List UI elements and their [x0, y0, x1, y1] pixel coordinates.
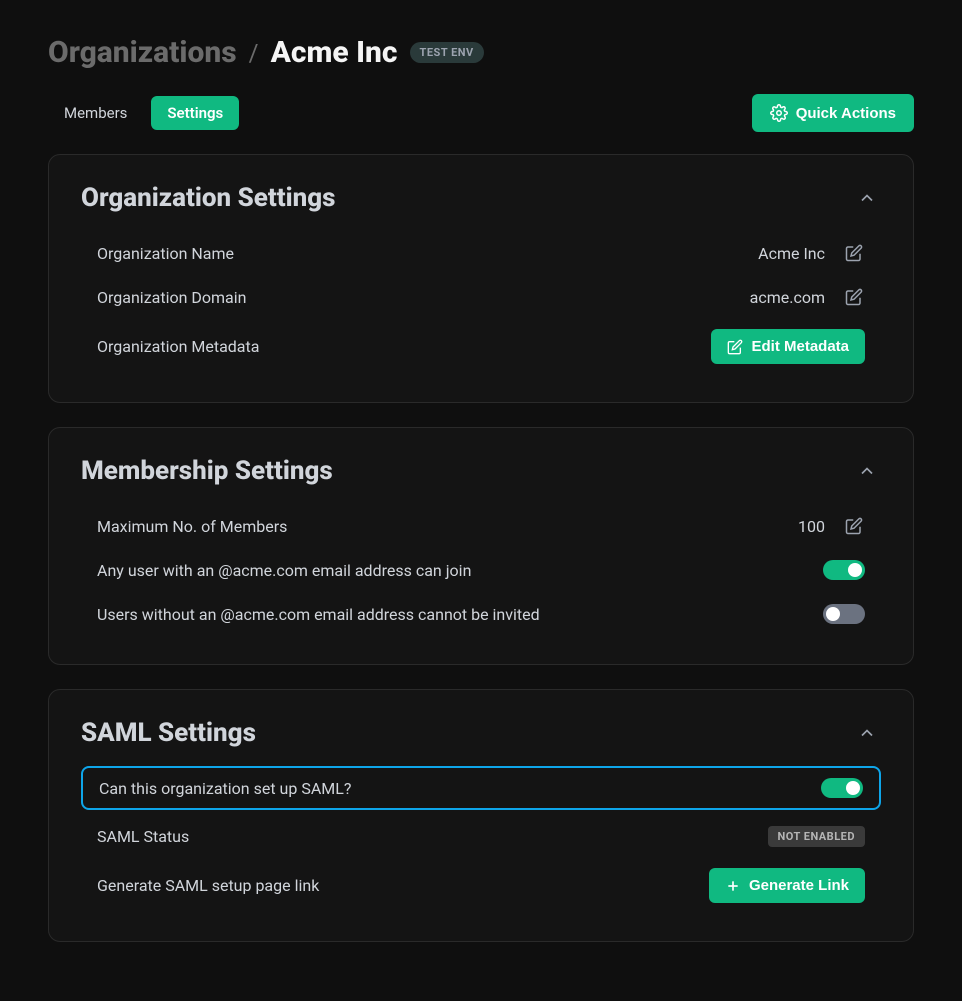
tab-settings[interactable]: Settings [151, 96, 239, 130]
edit-icon [845, 244, 863, 262]
any-user-join-toggle[interactable] [823, 560, 865, 580]
edit-metadata-label: Edit Metadata [751, 338, 849, 355]
max-members-label: Maximum No. of Members [97, 517, 287, 536]
org-name-label: Organization Name [97, 244, 234, 263]
breadcrumb: Organizations / Acme Inc TEST ENV [48, 35, 914, 70]
can-setup-saml-label: Can this organization set up SAML? [99, 779, 351, 798]
edit-org-domain-button[interactable] [843, 286, 865, 308]
edit-icon [845, 288, 863, 306]
org-domain-label: Organization Domain [97, 288, 246, 307]
can-setup-saml-toggle[interactable] [821, 778, 863, 798]
collapse-membership-settings-button[interactable] [853, 457, 881, 485]
plus-icon [725, 878, 741, 894]
org-name-value: Acme Inc [758, 244, 825, 263]
saml-status-row: SAML Status NOT ENABLED [81, 814, 881, 858]
org-name-row: Organization Name Acme Inc [81, 231, 881, 275]
max-members-row: Maximum No. of Members 100 [81, 504, 881, 548]
gear-icon [770, 104, 788, 122]
generate-saml-link-label: Generate SAML setup page link [97, 876, 319, 895]
generate-saml-link-row: Generate SAML setup page link Generate L… [81, 858, 881, 913]
organization-settings-title: Organization Settings [81, 183, 336, 213]
breadcrumb-current: Acme Inc [271, 35, 398, 70]
tabs: Members Settings [48, 96, 239, 130]
edit-metadata-button[interactable]: Edit Metadata [711, 329, 865, 364]
any-user-join-label: Any user with an @acme.com email address… [97, 561, 471, 580]
max-members-value: 100 [798, 517, 825, 536]
breadcrumb-separator: / [249, 39, 259, 67]
users-without-row: Users without an @acme.com email address… [81, 592, 881, 636]
org-domain-row: Organization Domain acme.com [81, 275, 881, 319]
chevron-up-icon [857, 188, 877, 208]
generate-link-button[interactable]: Generate Link [709, 868, 865, 903]
users-without-label: Users without an @acme.com email address… [97, 605, 540, 624]
generate-link-label: Generate Link [749, 877, 849, 894]
org-metadata-label: Organization Metadata [97, 337, 259, 356]
users-without-toggle[interactable] [823, 604, 865, 624]
quick-actions-label: Quick Actions [796, 105, 896, 122]
edit-org-name-button[interactable] [843, 242, 865, 264]
env-badge: TEST ENV [410, 42, 484, 63]
toggle-knob [826, 607, 840, 621]
edit-icon [845, 517, 863, 535]
can-setup-saml-row: Can this organization set up SAML? [81, 766, 881, 810]
chevron-up-icon [857, 723, 877, 743]
saml-settings-panel: SAML Settings Can this organization set … [48, 689, 914, 942]
collapse-saml-settings-button[interactable] [853, 719, 881, 747]
org-domain-value: acme.com [750, 288, 825, 307]
membership-settings-panel: Membership Settings Maximum No. of Membe… [48, 427, 914, 665]
org-metadata-row: Organization Metadata Edit Metadata [81, 319, 881, 374]
membership-settings-title: Membership Settings [81, 456, 333, 486]
toggle-knob [848, 563, 862, 577]
breadcrumb-root[interactable]: Organizations [48, 35, 237, 70]
saml-status-label: SAML Status [97, 827, 189, 846]
toggle-knob [846, 781, 860, 795]
chevron-up-icon [857, 461, 877, 481]
quick-actions-button[interactable]: Quick Actions [752, 94, 914, 132]
saml-settings-title: SAML Settings [81, 718, 256, 748]
tab-members[interactable]: Members [48, 96, 143, 130]
saml-status-badge: NOT ENABLED [768, 826, 866, 847]
collapse-org-settings-button[interactable] [853, 184, 881, 212]
edit-icon [727, 339, 743, 355]
any-user-join-row: Any user with an @acme.com email address… [81, 548, 881, 592]
edit-max-members-button[interactable] [843, 515, 865, 537]
organization-settings-panel: Organization Settings Organization Name … [48, 154, 914, 403]
